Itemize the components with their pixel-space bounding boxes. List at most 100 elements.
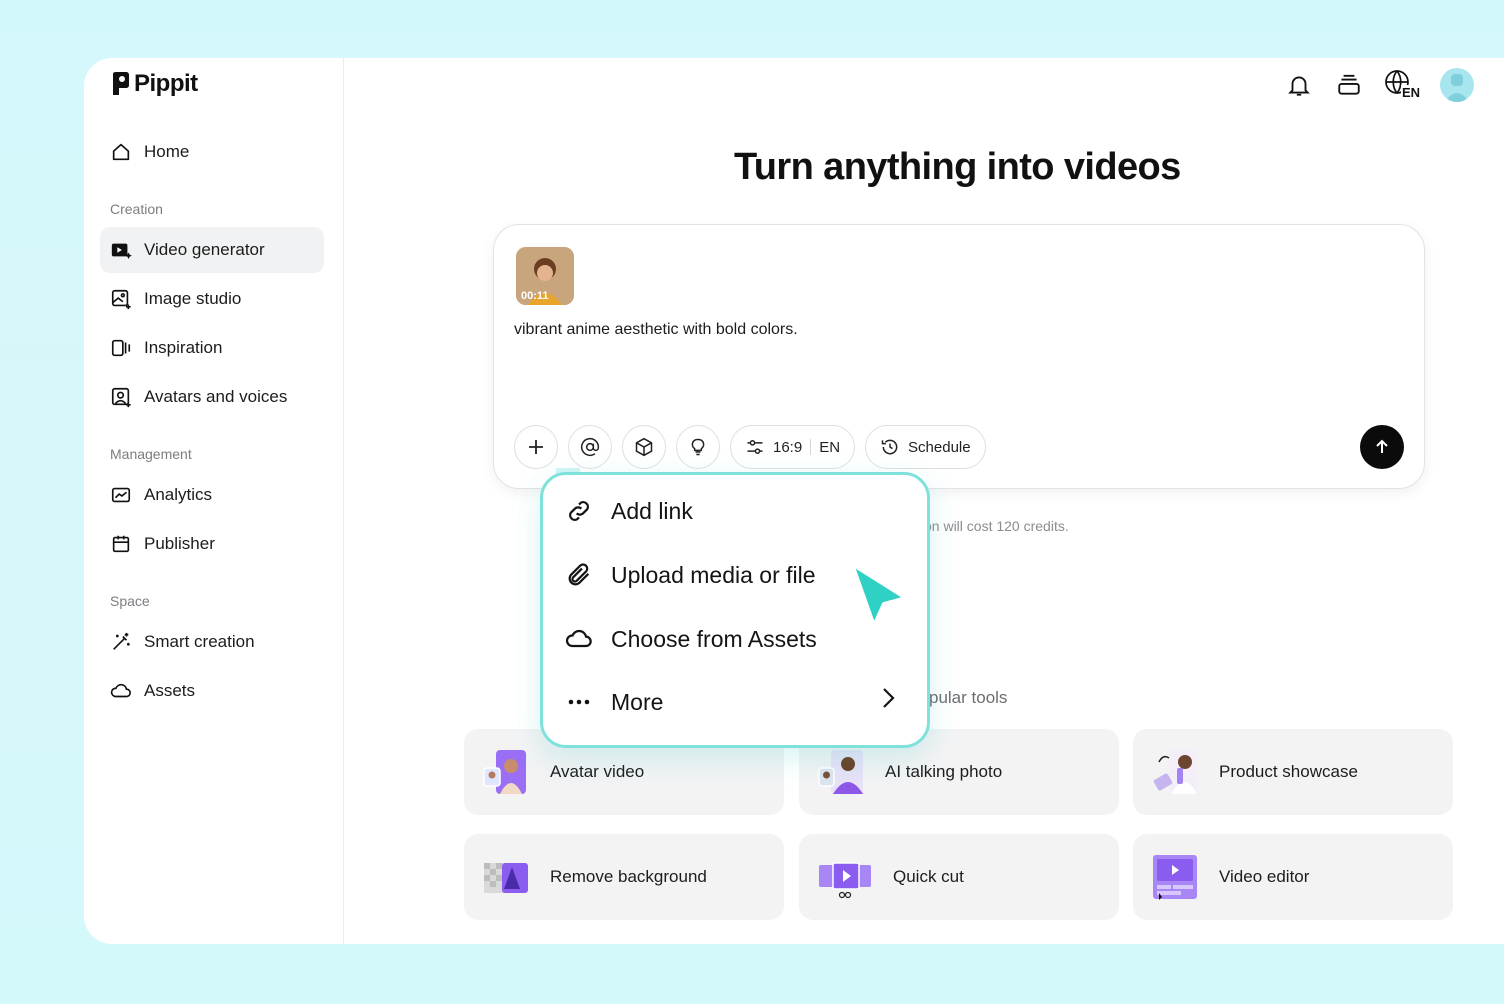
top-bar-actions: EN bbox=[1284, 68, 1474, 102]
sidebar-item-label: Home bbox=[144, 142, 190, 161]
sidebar-item-label: Assets bbox=[144, 681, 196, 700]
at-icon bbox=[580, 437, 600, 457]
app-window: Pippit Home Creation Video generator Ima… bbox=[84, 58, 1504, 944]
ideas-button[interactable] bbox=[676, 425, 720, 469]
tool-card-quick-cut[interactable]: Quick cut bbox=[799, 834, 1119, 920]
mention-button[interactable] bbox=[568, 425, 612, 469]
tool-label: Quick cut bbox=[893, 867, 964, 886]
sidebar-item-image-studio[interactable]: Image studio bbox=[100, 276, 324, 322]
language-value: EN bbox=[819, 438, 841, 456]
product-showcase-icon bbox=[1153, 750, 1197, 794]
quick-cut-icon bbox=[819, 862, 871, 899]
brand-logo[interactable]: Pippit bbox=[110, 70, 198, 98]
add-button[interactable] bbox=[514, 425, 558, 469]
inspiration-icon bbox=[111, 339, 131, 357]
sidebar-item-video-generator[interactable]: Video generator bbox=[100, 227, 324, 273]
link-icon bbox=[569, 501, 589, 521]
menu-item-add-link[interactable]: Add link bbox=[565, 489, 895, 533]
send-button[interactable] bbox=[1360, 425, 1404, 469]
analytics-icon bbox=[111, 487, 131, 503]
section-label-management: Management bbox=[110, 446, 192, 462]
prompt-text[interactable]: vibrant anime aesthetic with bold colors… bbox=[514, 321, 798, 339]
menu-item-label: More bbox=[611, 688, 664, 715]
clock-icon bbox=[881, 439, 898, 455]
video-editor-icon bbox=[1153, 855, 1197, 900]
user-icon bbox=[1445, 74, 1469, 102]
sidebar-item-label: Analytics bbox=[144, 485, 213, 504]
sidebar-item-publisher[interactable]: Publisher bbox=[100, 521, 324, 567]
popular-tools-heading: pular tools bbox=[929, 688, 1008, 707]
credits-button[interactable] bbox=[1334, 70, 1364, 100]
bell-icon bbox=[1288, 76, 1310, 96]
pointer-cursor-icon bbox=[850, 562, 908, 628]
user-avatar[interactable] bbox=[1440, 68, 1474, 102]
section-label-space: Space bbox=[110, 593, 150, 609]
avatar-video-icon bbox=[483, 750, 526, 794]
section-label-creation: Creation bbox=[110, 201, 163, 217]
composer-toolbar: 16:9 EN Schedule bbox=[514, 425, 986, 469]
sidebar-item-inspiration[interactable]: Inspiration bbox=[100, 325, 324, 371]
remove-background-thumbnail bbox=[482, 853, 530, 901]
tool-card-video-editor[interactable]: Video editor bbox=[1133, 834, 1453, 920]
sidebar-item-home[interactable]: Home bbox=[100, 129, 324, 175]
language-button[interactable]: EN bbox=[1384, 70, 1422, 100]
tool-label: AI talking photo bbox=[885, 762, 1003, 781]
menu-item-label: Choose from Assets bbox=[611, 625, 817, 652]
video-generator-icon bbox=[111, 243, 132, 259]
page-title: Turn anything into videos bbox=[734, 146, 1181, 188]
sidebar: Pippit Home Creation Video generator Ima… bbox=[84, 58, 344, 944]
image-studio-icon bbox=[111, 289, 131, 310]
aspect-ratio-value: 16:9 bbox=[773, 438, 803, 456]
chevron-right-icon bbox=[883, 688, 895, 708]
prompt-composer: 00:11 vibrant anime aesthetic with bold … bbox=[493, 224, 1425, 489]
calendar-icon bbox=[112, 535, 130, 553]
avatar-video-thumbnail bbox=[482, 748, 530, 796]
schedule-button[interactable]: Schedule bbox=[865, 425, 986, 469]
uploaded-video-thumbnail[interactable]: 00:11 bbox=[516, 247, 574, 305]
credits-note: on will cost 120 credits. bbox=[924, 518, 1069, 534]
schedule-label: Schedule bbox=[908, 438, 971, 456]
stack-icon bbox=[1338, 74, 1360, 95]
quick-cut-thumbnail bbox=[817, 853, 873, 901]
sidebar-item-analytics[interactable]: Analytics bbox=[100, 472, 324, 518]
tool-card-product-showcase[interactable]: Product showcase bbox=[1133, 729, 1453, 815]
sidebar-item-label: Avatars and voices bbox=[144, 387, 288, 406]
pippit-logo-icon bbox=[113, 72, 129, 95]
talking-photo-icon bbox=[818, 750, 863, 794]
language-code: EN bbox=[1400, 84, 1422, 100]
sidebar-item-smart-creation[interactable]: Smart creation bbox=[100, 619, 324, 665]
product-showcase-thumbnail bbox=[1151, 748, 1199, 796]
sliders-icon bbox=[747, 440, 763, 454]
sidebar-item-label: Video generator bbox=[144, 240, 265, 259]
video-editor-thumbnail bbox=[1151, 853, 1199, 901]
remove-background-icon bbox=[484, 863, 528, 893]
sidebar-item-label: Smart creation bbox=[144, 632, 255, 651]
notifications-button[interactable] bbox=[1284, 70, 1314, 100]
tool-label: Avatar video bbox=[550, 762, 645, 781]
tool-label: Remove background bbox=[550, 867, 707, 886]
settings-pill[interactable]: 16:9 EN bbox=[730, 425, 856, 469]
cube-icon bbox=[635, 437, 653, 457]
menu-item-label: Upload media or file bbox=[611, 561, 816, 588]
tool-card-remove-background[interactable]: Remove background bbox=[464, 834, 784, 920]
cloud-icon bbox=[110, 683, 131, 698]
home-icon bbox=[112, 143, 130, 161]
sidebar-item-label: Image studio bbox=[144, 289, 242, 308]
sidebar-item-avatars-and-voices[interactable]: Avatars and voices bbox=[100, 374, 324, 420]
sidebar-item-assets[interactable]: Assets bbox=[100, 668, 324, 714]
menu-item-more[interactable]: More bbox=[565, 680, 895, 724]
plus-icon bbox=[529, 440, 543, 454]
cloud-icon bbox=[565, 629, 592, 648]
lightbulb-icon bbox=[691, 438, 705, 456]
arrow-up-icon bbox=[1376, 439, 1388, 453]
product-button[interactable] bbox=[622, 425, 666, 469]
sidebar-item-label: Publisher bbox=[144, 534, 215, 553]
more-dots-icon bbox=[568, 699, 590, 705]
avatars-icon bbox=[111, 387, 131, 408]
paperclip-icon bbox=[568, 563, 590, 586]
menu-item-label: Add link bbox=[611, 497, 693, 524]
brand-name: Pippit bbox=[134, 70, 198, 97]
tool-label: Product showcase bbox=[1219, 762, 1358, 781]
thumbnail-duration: 00:11 bbox=[521, 290, 549, 302]
sidebar-item-label: Inspiration bbox=[144, 338, 223, 357]
